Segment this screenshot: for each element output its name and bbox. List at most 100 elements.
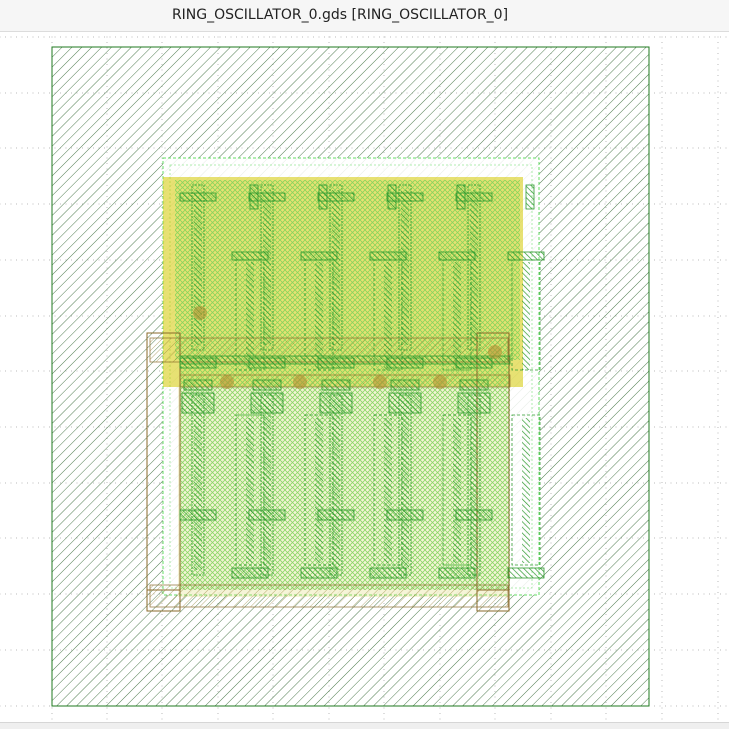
gate-poly-fill-upper[interactable]	[401, 190, 409, 345]
poly-lower-right[interactable]	[522, 418, 530, 563]
contact-bar-low[interactable]	[455, 509, 493, 521]
contact-bar-midlow[interactable]	[390, 379, 420, 391]
grid-dot	[32, 482, 34, 484]
metal-rail-bottom[interactable]	[149, 584, 509, 608]
contact-bar-midlow[interactable]	[252, 379, 282, 391]
gate-poly-fill-lower[interactable]	[401, 400, 409, 570]
grid-dot	[21, 705, 23, 707]
grid-dot	[725, 593, 727, 595]
grid-dot	[27, 426, 28, 428]
contact-bar-upper[interactable]	[507, 251, 545, 261]
contact-bar-upper[interactable]	[438, 251, 476, 261]
grid-dot	[665, 259, 666, 261]
poly-upper-right[interactable]	[246, 262, 254, 370]
grid-dot	[661, 658, 663, 659]
gate-poly-fill-lower[interactable]	[194, 400, 202, 570]
contact-bar-low[interactable]	[386, 509, 424, 521]
gate-poly-fill-lower[interactable]	[332, 400, 340, 570]
contact-bar-top[interactable]	[179, 192, 217, 202]
grid-dot	[87, 36, 89, 38]
contact-bar-midlow[interactable]	[321, 379, 351, 391]
via[interactable]	[293, 375, 307, 389]
grid-dot	[703, 370, 705, 372]
grid-dot	[511, 36, 512, 38]
poly-upper-right[interactable]	[315, 262, 323, 370]
gate-poly-fill-lower[interactable]	[263, 400, 271, 570]
grid-dot	[661, 47, 663, 49]
poly-upper-right[interactable]	[453, 262, 461, 370]
grid-dot	[357, 36, 358, 38]
gate-poly-fill-upper[interactable]	[194, 190, 202, 345]
contact-bar-bottom[interactable]	[438, 567, 476, 579]
via[interactable]	[433, 375, 447, 389]
grid-dot	[720, 36, 721, 38]
contact-bar-bottom[interactable]	[300, 567, 338, 579]
contact-bar-low[interactable]	[317, 509, 355, 521]
grid-dot	[717, 520, 719, 522]
grid-dot	[661, 119, 663, 120]
grid-dot	[10, 315, 12, 317]
gate-poly-fill-upper[interactable]	[332, 190, 340, 345]
grid-dot	[272, 718, 274, 720]
interconnect-bar[interactable]	[179, 355, 511, 365]
grid-dot	[676, 426, 677, 428]
contact-bar-low[interactable]	[248, 509, 286, 521]
contact-bar-midlow[interactable]	[459, 379, 489, 391]
gate-stub-top[interactable]	[525, 184, 535, 210]
grid-dot	[717, 80, 719, 82]
contact-bar-upper[interactable]	[369, 251, 407, 261]
contact-bar-top[interactable]	[248, 192, 286, 202]
grid-dot	[252, 36, 254, 38]
grid-dot	[434, 36, 435, 38]
grid-dot	[32, 370, 34, 372]
contact-bar-bottom[interactable]	[507, 567, 545, 579]
grid-dot	[654, 426, 655, 428]
grid-dot	[681, 315, 683, 317]
contact-bar-low[interactable]	[179, 509, 217, 521]
grid-dot	[43, 259, 45, 261]
gate-poly-fill-upper[interactable]	[263, 190, 271, 345]
grid-dot	[661, 410, 663, 412]
contact-bar-upper[interactable]	[300, 251, 338, 261]
grid-dot	[38, 649, 39, 651]
via[interactable]	[193, 306, 207, 320]
grid-dot	[717, 146, 719, 148]
grid-dot	[661, 383, 663, 384]
via[interactable]	[220, 375, 234, 389]
grid-dot	[643, 36, 644, 38]
grid-dot	[10, 649, 12, 651]
layout-canvas[interactable]	[0, 32, 729, 722]
poly-lower-right[interactable]	[453, 418, 461, 563]
contact-bar-top[interactable]	[317, 192, 355, 202]
poly-upper-right[interactable]	[522, 262, 530, 370]
grid-dot	[717, 240, 719, 241]
grid-dot	[681, 92, 683, 94]
grid-dot	[698, 705, 699, 707]
contact-bar-bottom[interactable]	[369, 567, 407, 579]
contact-bar-top[interactable]	[455, 192, 493, 202]
grid-dot	[161, 718, 163, 720]
poly-lower-right[interactable]	[315, 418, 323, 563]
gate-poly-fill-upper[interactable]	[470, 190, 478, 345]
contact-bar-top[interactable]	[386, 192, 424, 202]
grid-dot	[661, 256, 663, 258]
grid-dot	[38, 315, 39, 317]
gate-poly-fill-lower[interactable]	[470, 400, 478, 570]
grid-dot	[383, 707, 385, 709]
grid-dot	[549, 36, 551, 38]
poly-upper-right[interactable]	[384, 262, 392, 370]
grid-dot	[49, 36, 50, 38]
via[interactable]	[373, 375, 387, 389]
contact-bar-upper[interactable]	[231, 251, 269, 261]
grid-dot	[717, 124, 719, 126]
grid-dot	[717, 702, 719, 703]
via[interactable]	[488, 345, 502, 359]
grid-dot	[717, 416, 719, 417]
contact-bar-midlow[interactable]	[183, 379, 213, 391]
grid-dot	[661, 377, 663, 379]
poly-lower-right[interactable]	[384, 418, 392, 563]
grid-dot	[661, 586, 663, 588]
layout-drawing[interactable]	[0, 32, 729, 722]
poly-lower-right[interactable]	[246, 418, 254, 563]
contact-bar-bottom[interactable]	[231, 567, 269, 579]
